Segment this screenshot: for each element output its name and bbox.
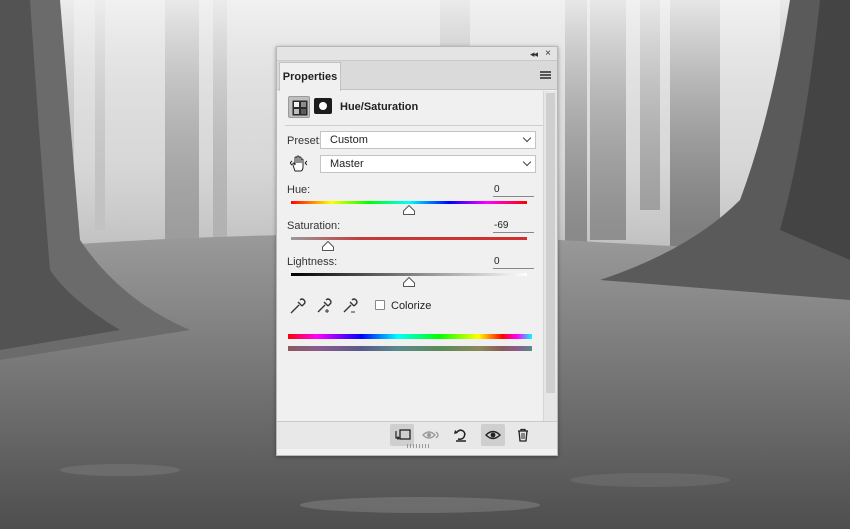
reset-button[interactable] xyxy=(449,424,473,446)
double-chevron-left-icon[interactable]: ◂◂ xyxy=(530,49,538,59)
panel-menu-icon[interactable] xyxy=(540,71,551,79)
resize-grip[interactable] xyxy=(407,444,429,448)
channel-dropdown[interactable]: Master xyxy=(320,155,536,173)
panel-title-bar[interactable]: ◂◂ × xyxy=(277,47,557,61)
tab-properties[interactable]: Properties xyxy=(279,62,341,91)
input-color-bar xyxy=(288,334,532,339)
colorize-label: Colorize xyxy=(391,300,432,312)
lightness-label: Lightness: xyxy=(287,256,338,268)
reset-icon xyxy=(454,429,466,442)
chevron-down-icon xyxy=(522,157,532,167)
delete-button[interactable] xyxy=(511,424,535,446)
view-previous-state-button[interactable] xyxy=(420,424,444,446)
hue-slider-track[interactable] xyxy=(291,201,527,204)
chevron-down-icon xyxy=(522,133,532,143)
preset-value: Custom xyxy=(330,134,368,146)
toggle-visibility-icon xyxy=(485,430,501,440)
eyedropper-add-icon[interactable] xyxy=(315,297,333,318)
panel-bottom-bar xyxy=(277,421,557,449)
hand-icon[interactable] xyxy=(289,155,308,176)
channel-value: Master xyxy=(330,158,364,170)
divider xyxy=(285,125,551,126)
hue-saturation-icon[interactable] xyxy=(288,96,310,118)
trash-icon xyxy=(518,428,528,442)
preset-label: Preset: xyxy=(287,135,322,147)
hue-value-input[interactable]: 0 xyxy=(493,184,534,197)
saturation-slider-track[interactable] xyxy=(291,237,527,240)
clip-to-layer-icon xyxy=(395,429,411,440)
preset-dropdown[interactable]: Custom xyxy=(320,131,536,149)
tab-bar: Properties xyxy=(277,61,557,91)
hue-label: Hue: xyxy=(287,184,311,196)
colorize-checkbox[interactable] xyxy=(375,300,385,310)
panel-scrollbar[interactable] xyxy=(543,91,557,421)
scrollbar-thumb[interactable] xyxy=(546,93,555,393)
clip-to-layer-button[interactable] xyxy=(390,424,414,446)
adjustment-title: Hue/Saturation xyxy=(340,101,419,113)
properties-panel: ◂◂ × Properties Hue/Saturation Preset: C… xyxy=(276,46,558,456)
saturation-value-input[interactable]: -69 xyxy=(493,220,534,233)
eyedropper-subtract-icon[interactable] xyxy=(341,297,359,318)
saturation-label: Saturation: xyxy=(287,220,341,232)
view-previous-state-icon xyxy=(422,431,439,439)
adjustment-header: Hue/Saturation xyxy=(277,91,557,123)
output-color-bar xyxy=(288,346,532,351)
eyedropper-icon[interactable] xyxy=(289,297,307,318)
lightness-value-input[interactable]: 0 xyxy=(493,256,534,269)
close-icon[interactable]: × xyxy=(545,48,551,59)
toggle-visibility-button[interactable] xyxy=(481,424,505,446)
layer-mask-icon[interactable] xyxy=(314,98,332,114)
lightness-slider-track[interactable] xyxy=(291,273,527,276)
